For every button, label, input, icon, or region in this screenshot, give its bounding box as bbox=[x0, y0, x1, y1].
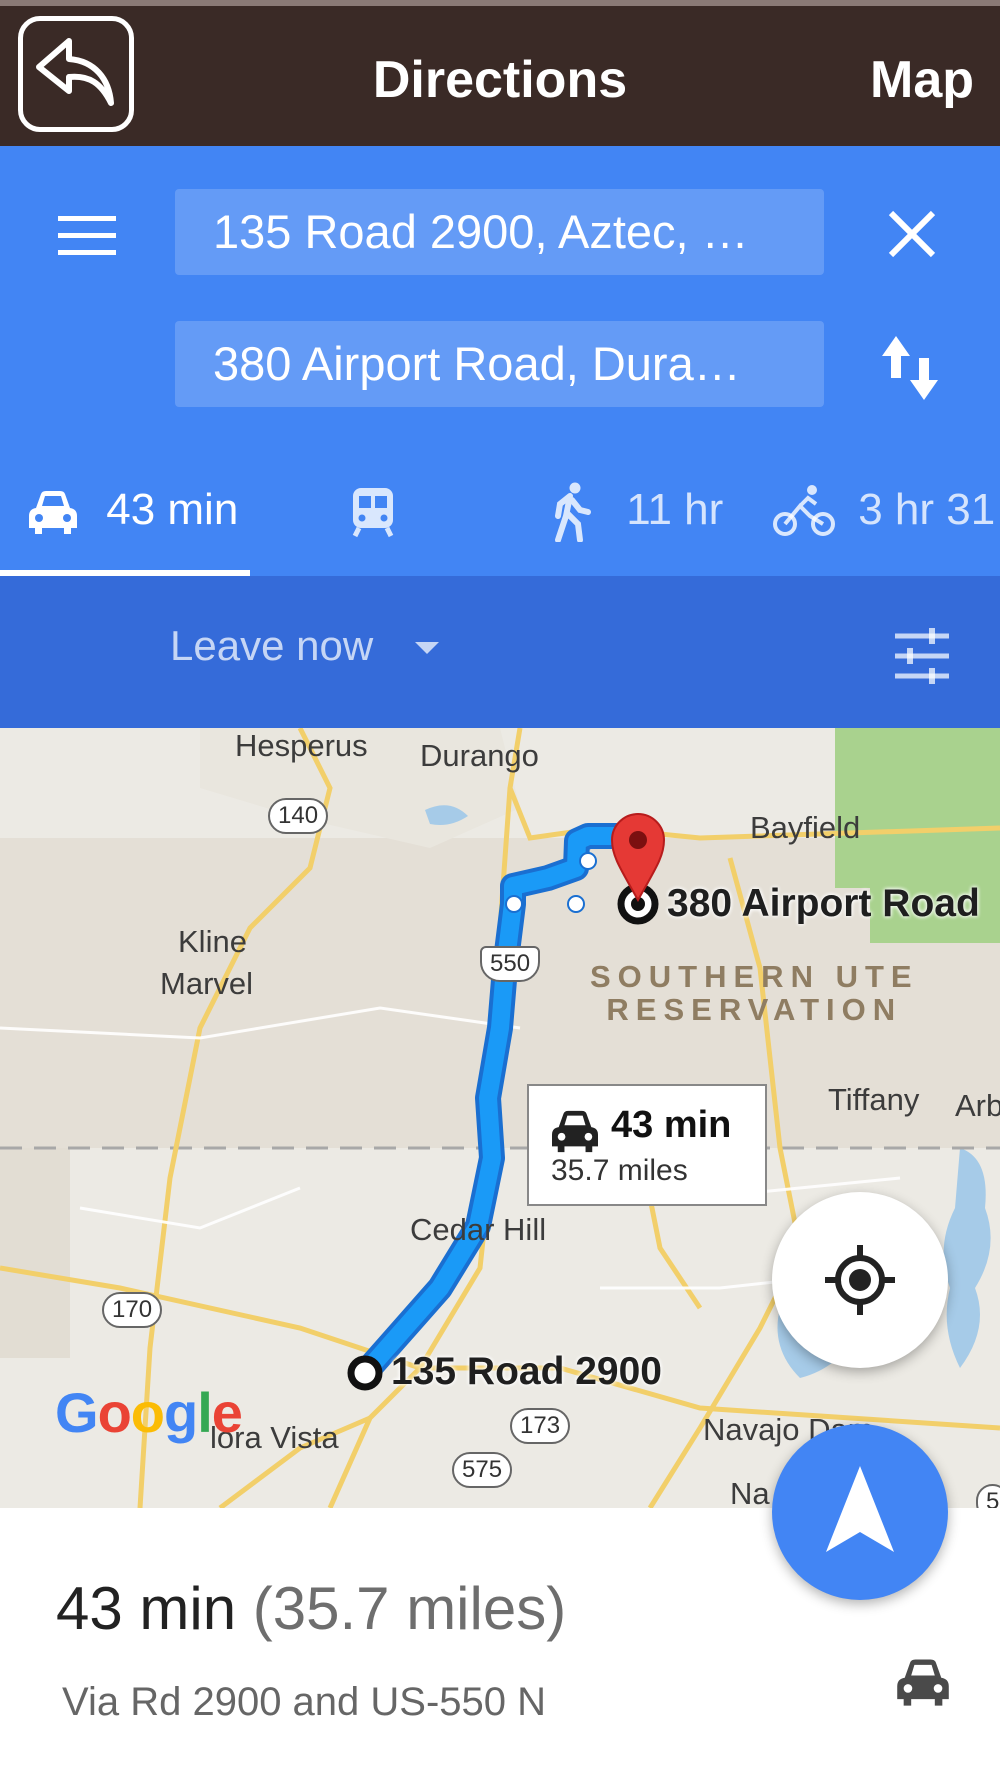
map-button[interactable]: Map bbox=[870, 50, 974, 110]
menu-icon[interactable] bbox=[58, 216, 116, 256]
origin-label: 135 Road 2900 bbox=[391, 1350, 663, 1393]
place-label: Bayfield bbox=[750, 810, 861, 845]
place-label: Kline bbox=[178, 924, 247, 959]
app-header: Directions Map bbox=[0, 0, 1000, 146]
route-options-bar: Leave now bbox=[0, 576, 1000, 728]
tab-transit[interactable] bbox=[350, 472, 396, 548]
swap-icon[interactable] bbox=[878, 332, 942, 404]
place-label: Durango bbox=[420, 738, 539, 773]
place-label: Tiffany bbox=[828, 1082, 920, 1117]
tab-bike[interactable]: 3 hr 31 bbox=[772, 472, 995, 548]
place-label: Cedar Hill bbox=[410, 1212, 547, 1247]
my-location-icon bbox=[825, 1245, 895, 1315]
destination-input[interactable]: 380 Airport Road, Dura… bbox=[175, 321, 824, 407]
leave-now-dropdown[interactable]: Leave now bbox=[170, 622, 373, 670]
reservation-label: SOUTHERN UTE RESERVATION bbox=[590, 959, 919, 1027]
transit-icon bbox=[352, 488, 394, 538]
tune-icon[interactable] bbox=[893, 628, 951, 684]
route-shield: 173 bbox=[510, 1408, 571, 1444]
route-info-box[interactable]: 43 min 35.7 miles bbox=[527, 1084, 767, 1206]
car-icon bbox=[552, 1110, 598, 1153]
tab-drive-label: 43 min bbox=[106, 485, 239, 534]
route-shield: 550 bbox=[480, 946, 541, 982]
route-summary: 43 min (35.7 miles) bbox=[56, 1574, 566, 1643]
origin-input[interactable]: 135 Road 2900, Aztec, … bbox=[175, 189, 824, 275]
my-location-button[interactable] bbox=[772, 1192, 948, 1368]
page-title: Directions bbox=[372, 51, 628, 109]
tab-drive[interactable]: 43 min bbox=[26, 472, 238, 548]
summary-time: 43 min bbox=[56, 1575, 237, 1642]
place-label: Na bbox=[730, 1476, 770, 1508]
google-logo: Google bbox=[55, 1381, 243, 1444]
place-label: Hesperus bbox=[235, 728, 368, 763]
route-distance: 35.7 miles bbox=[551, 1154, 688, 1187]
tab-walk-label: 11 hr bbox=[626, 485, 724, 534]
close-icon[interactable] bbox=[885, 207, 939, 261]
walk-icon bbox=[555, 482, 591, 544]
route-time: 43 min bbox=[611, 1104, 732, 1146]
car-icon bbox=[897, 1659, 949, 1706]
route-via: Via Rd 2900 and US-550 N bbox=[62, 1680, 547, 1724]
tab-walk[interactable]: 11 hr bbox=[548, 472, 723, 548]
chevron-down-icon[interactable] bbox=[415, 642, 439, 654]
place-label: Arb bbox=[955, 1088, 1000, 1123]
summary-distance: (35.7 miles) bbox=[252, 1575, 567, 1642]
route-shield: 575 bbox=[452, 1452, 513, 1488]
directions-search-panel: 135 Road 2900, Aztec, … 380 Airport Road… bbox=[0, 146, 1000, 577]
navigation-arrow-icon bbox=[826, 1466, 894, 1552]
route-shield: 170 bbox=[102, 1292, 163, 1328]
start-navigation-button[interactable] bbox=[772, 1424, 948, 1600]
place-label: Marvel bbox=[160, 966, 254, 1001]
route-shield: 140 bbox=[268, 798, 329, 834]
tab-bike-label: 3 hr 31 bbox=[858, 485, 996, 534]
route-map[interactable]: Hesperus Durango Bayfield Kline Marvel T… bbox=[0, 728, 1000, 1508]
car-icon bbox=[29, 491, 77, 535]
bike-icon bbox=[773, 485, 835, 537]
destination-label: 380 Airport Road bbox=[667, 882, 980, 925]
